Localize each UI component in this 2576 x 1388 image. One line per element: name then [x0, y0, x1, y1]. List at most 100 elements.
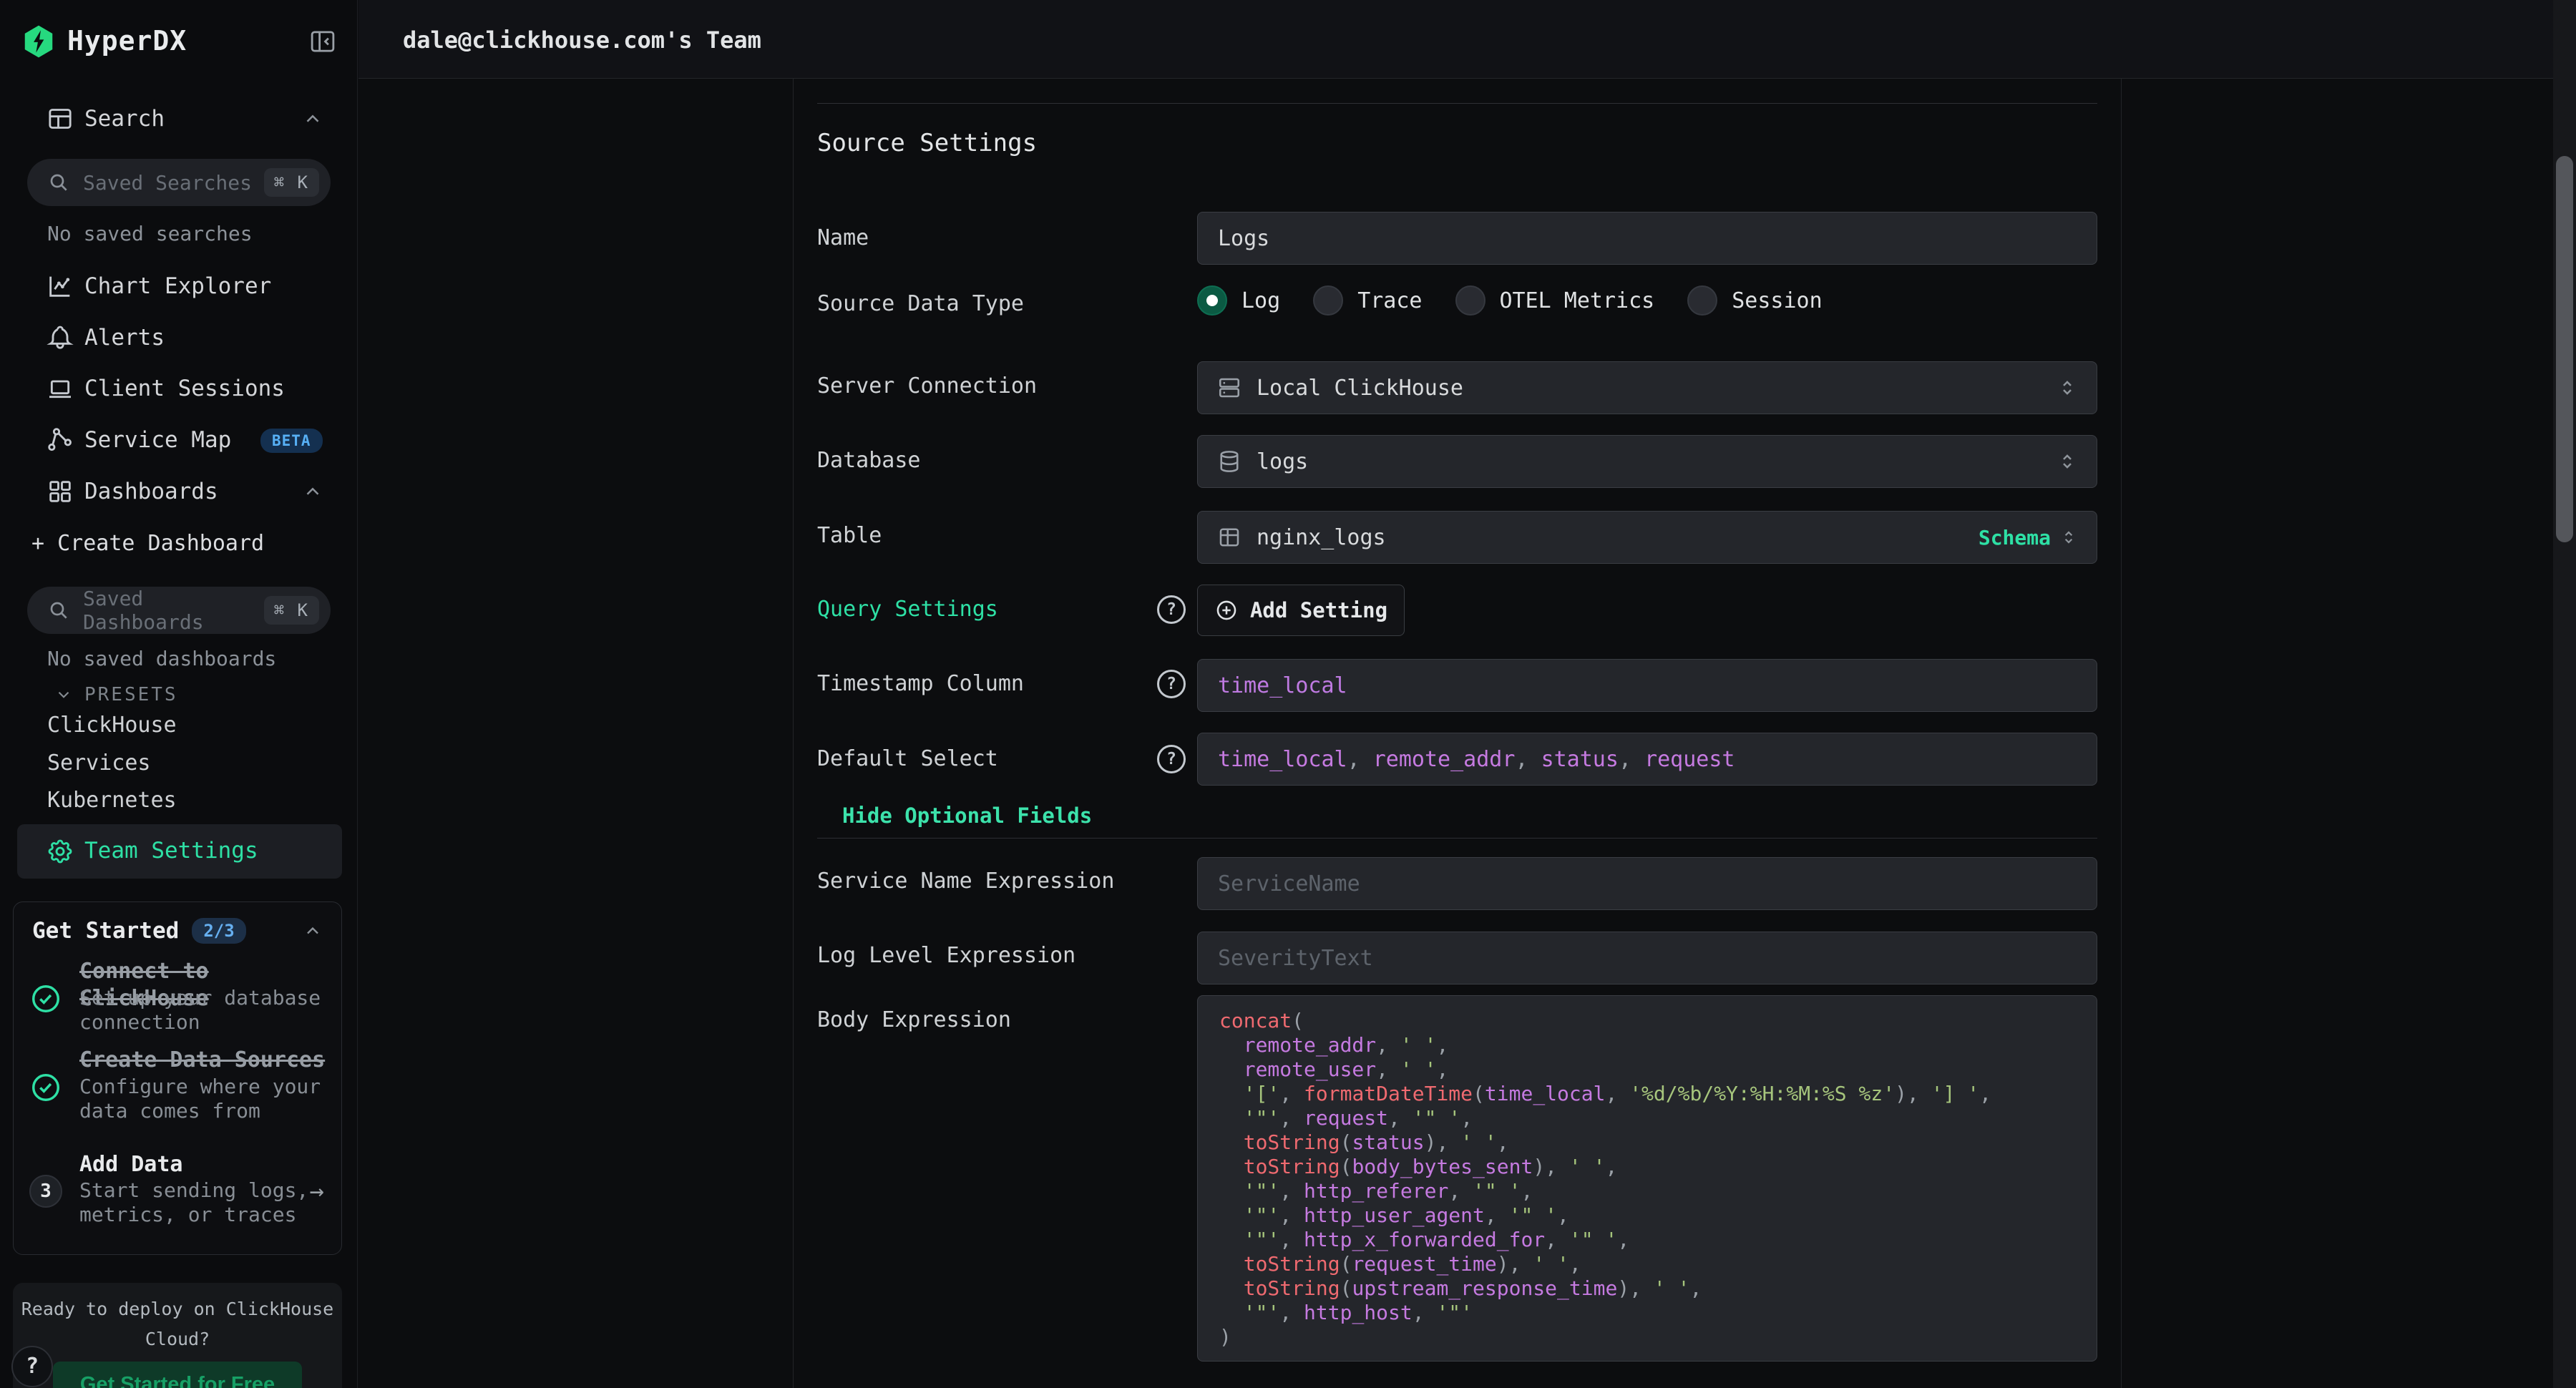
presets-label: PRESETS: [84, 684, 178, 705]
radio-log[interactable]: Log: [1197, 285, 1280, 316]
body-expression-label: Body Expression: [817, 1006, 1125, 1035]
section-divider: [817, 103, 2097, 104]
radio-otel-metrics[interactable]: OTEL Metrics: [1455, 285, 1655, 316]
saved-dashboards-input[interactable]: Saved Dashboards ⌘ K: [27, 587, 331, 634]
sidebar-item-clickhouse[interactable]: ClickHouse: [47, 713, 333, 738]
cloud-promo-card: Ready to deploy on ClickHouse Cloud? Get…: [13, 1283, 342, 1388]
database-label: Database: [817, 446, 1125, 475]
sidebar-item-service-map[interactable]: Service Map BETA: [0, 421, 358, 459]
presets-toggle[interactable]: PRESETS: [0, 680, 358, 710]
sidebar-item-search[interactable]: Search: [0, 100, 358, 137]
question-icon[interactable]: ?: [1157, 745, 1186, 773]
server-connection-value: Local ClickHouse: [1257, 376, 1463, 401]
sidebar-item-label: Alerts: [84, 325, 165, 351]
arrow-right-icon[interactable]: →: [310, 1177, 324, 1206]
logo-row: HyperDX: [0, 20, 358, 63]
question-icon[interactable]: ?: [1157, 595, 1186, 624]
topbar: dale@clickhouse.com's Team: [358, 0, 2576, 79]
name-label: Name: [817, 224, 1125, 253]
get-started-free-button[interactable]: Get Started for Free: [53, 1362, 302, 1388]
check-circle-icon: [29, 982, 62, 1015]
saved-searches-input[interactable]: Saved Searches ⌘ K: [27, 159, 331, 206]
check-circle-icon: [29, 1071, 62, 1104]
default-select-input[interactable]: time_local, remote_addr, status, request: [1197, 733, 2097, 786]
radio-trace[interactable]: Trace: [1313, 285, 1422, 316]
service-name-expression-input[interactable]: [1197, 857, 2097, 910]
schema-button[interactable]: Schema: [1979, 526, 2051, 549]
table-input[interactable]: nginx_logs Schema: [1197, 511, 2097, 564]
step-title-sources[interactable]: Create Data Sources: [79, 1047, 325, 1074]
sidebar-item-label: Dashboards: [84, 479, 218, 504]
create-dashboard-button[interactable]: + Create Dashboard: [31, 531, 332, 556]
chevron-updown-icon: [2059, 528, 2078, 547]
database-select[interactable]: logs: [1197, 435, 2097, 488]
name-input[interactable]: [1197, 212, 2097, 265]
step-desc-sources: Configure where your data comes from: [79, 1075, 330, 1123]
cloud-promo-text: Ready to deploy on ClickHouse Cloud?: [20, 1294, 335, 1354]
plus-circle-icon: [1214, 598, 1239, 622]
laptop-icon: [46, 374, 74, 403]
chevron-down-icon: [54, 685, 73, 704]
scrollbar-thumb[interactable]: [2556, 156, 2573, 542]
sidebar-item-kubernetes[interactable]: Kubernetes: [47, 788, 333, 813]
dashboards-icon: [46, 477, 74, 506]
server-icon: [1216, 375, 1242, 401]
saved-searches-placeholder: Saved Searches: [83, 171, 264, 195]
main-content: Source Settings Name Source Data Type Lo…: [358, 79, 2576, 1388]
progress-badge: 2/3: [192, 918, 245, 944]
radio-selected-icon: [1197, 285, 1227, 316]
server-connection-select[interactable]: Local ClickHouse: [1197, 361, 2097, 414]
body-expression-editor[interactable]: concat( remote_addr, ' ', remote_user, '…: [1197, 995, 2097, 1362]
query-settings-label: Query Settings: [817, 595, 1125, 624]
saved-dashboards-empty: No saved dashboards: [47, 647, 348, 670]
sidebar-item-services[interactable]: Services: [47, 751, 333, 776]
kbd-shortcut-badge: ⌘ K: [264, 168, 319, 197]
source-data-type-label: Source Data Type: [817, 290, 1125, 318]
sidebar-collapse-icon[interactable]: [308, 26, 338, 57]
help-button[interactable]: ?: [11, 1346, 53, 1387]
service-map-icon: [46, 426, 74, 454]
chevron-up-icon: [302, 108, 323, 129]
step-desc-add-data: Start sending logs, metrics, or traces: [79, 1178, 330, 1227]
sidebar-item-label: Client Sessions: [84, 376, 285, 401]
team-title: dale@clickhouse.com's Team: [403, 26, 761, 54]
table-label: Table: [817, 522, 1125, 550]
sidebar-item-client-sessions[interactable]: Client Sessions: [0, 370, 358, 407]
log-level-expression-input[interactable]: [1197, 932, 2097, 984]
sidebar-item-label: Chart Explorer: [84, 273, 271, 299]
sidebar-item-team-settings[interactable]: Team Settings: [17, 824, 342, 879]
chevron-up-icon: [303, 921, 323, 941]
get-started-title: Get Started: [32, 918, 179, 944]
kbd-shortcut-badge: ⌘ K: [264, 596, 319, 625]
hyperdx-app: HyperDX Search Saved Searches ⌘ K No sav…: [0, 0, 2576, 1388]
section-divider: [817, 838, 2097, 839]
source-settings-panel: Source Settings Name Source Data Type Lo…: [793, 79, 2122, 1388]
radio-session[interactable]: Session: [1687, 285, 1822, 316]
search-icon: [47, 599, 70, 622]
gear-icon: [46, 837, 74, 866]
chevron-up-icon: [302, 481, 323, 502]
database-value: logs: [1257, 449, 1308, 474]
sidebar-item-label: Team Settings: [84, 838, 258, 864]
sidebar-item-chart-explorer[interactable]: Chart Explorer: [0, 268, 358, 305]
sidebar: HyperDX Search Saved Searches ⌘ K No sav…: [0, 0, 358, 1388]
saved-searches-empty: No saved searches: [47, 222, 348, 245]
radio-icon: [1455, 285, 1485, 316]
question-icon[interactable]: ?: [1157, 670, 1186, 698]
sidebar-item-label: Service Map: [84, 427, 231, 453]
radio-icon: [1313, 285, 1343, 316]
add-setting-button[interactable]: Add Setting: [1197, 585, 1405, 636]
scrollbar-track[interactable]: [2553, 0, 2576, 1388]
timestamp-column-input[interactable]: [1197, 659, 2097, 712]
hide-optional-fields-link[interactable]: Hide Optional Fields: [842, 803, 1092, 828]
table-icon: [1216, 524, 1242, 550]
sidebar-item-alerts[interactable]: Alerts: [0, 319, 358, 356]
database-icon: [1216, 449, 1242, 474]
get-started-header[interactable]: Get Started 2/3: [32, 918, 323, 947]
chevron-updown-icon: [2057, 451, 2078, 472]
get-started-card: Get Started2/3 Connect to ClickHouse Set…: [13, 901, 342, 1255]
search-section-icon: [46, 104, 74, 133]
step-title-add-data[interactable]: Add Data: [79, 1151, 183, 1178]
sidebar-item-dashboards[interactable]: Dashboards: [0, 473, 358, 510]
page-title: Source Settings: [817, 129, 1037, 157]
